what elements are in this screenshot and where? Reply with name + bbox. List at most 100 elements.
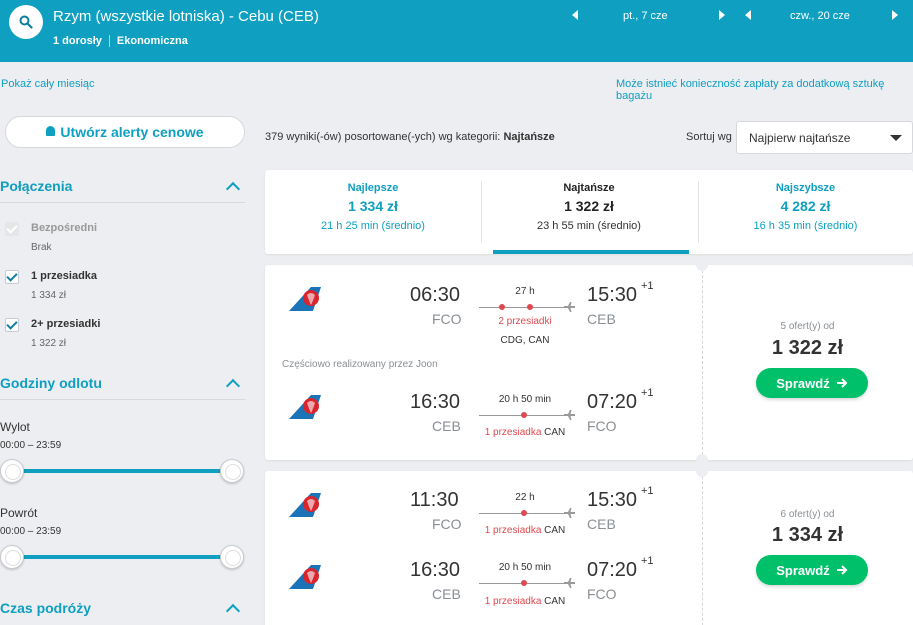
stopover-airports: CDG, CAN [500,335,550,346]
stops-via: CAN [541,427,566,438]
active-tab-indicator [493,250,689,254]
return-label: Powrót [0,506,38,520]
plane-icon [564,578,575,588]
flight-result-card[interactable]: 06:30 FCO 27 h 2 przesiadki CDG, CAN 15:… [265,259,913,466]
return-prev-icon[interactable] [745,10,751,20]
flight-result-card[interactable]: 11:30 FCO 22 h 1 przesiadka CAN 15:30 +1… [265,465,913,625]
direct-checkbox[interactable] [5,222,19,236]
stops-count: 1 przesiadka [484,427,542,438]
day-offset: +1 [641,555,654,567]
return-slider-max-handle[interactable] [220,545,244,569]
travel-time-section-title[interactable]: Czas podróży [0,600,91,616]
stops-info: 1 przesiadka CAN [470,525,580,536]
tab-best[interactable]: Najlepsze 1 334 zł 21 h 25 min (średnio) [265,170,481,254]
search-icon [19,15,33,29]
stops-count: 2 przesiadki [498,316,552,327]
arrival-time: 07:20 [587,391,638,413]
arrow-right-icon [836,565,848,575]
return-date[interactable]: czw., 20 cze [790,10,850,22]
return-slider-track[interactable] [10,555,232,559]
one-stop-label: 1 przesiadka [31,270,98,282]
offers-count: 5 ofert(y) od [780,321,835,332]
day-offset: +1 [641,485,654,497]
arrow-right-icon [836,378,848,388]
ticket-notch [696,465,708,477]
outbound-range: 00:00 – 23:59 [0,440,62,451]
two-plus-stops-label: 2+ przesiadki [31,318,101,330]
results-count-text: 379 wyniki(-ów) posortowane(-ych) wg kat… [265,131,504,143]
plane-icon [564,410,575,420]
tab-price: 4 282 zł [780,198,831,214]
sort-dropdown[interactable]: Najpierw najtańsze [736,121,913,154]
departure-airport: FCO [432,311,462,327]
arrival-airport: FCO [587,586,617,602]
stop-dot [521,580,527,586]
chevron-up-icon[interactable] [225,603,241,619]
outbound-slider-track[interactable] [10,469,232,473]
departure-airport: CEB [432,418,461,434]
caret-down-icon [890,135,902,141]
search-header: Rzym (wszystkie lotniska) - Cebu (CEB) 1… [0,0,913,62]
ticket-notch [696,259,708,271]
return-next-icon[interactable] [892,10,898,20]
stops-via: CAN [541,596,566,607]
section-divider [0,202,245,203]
departure-airport: CEB [432,586,461,602]
leg-duration: 20 h 50 min [498,394,552,405]
trip-summary[interactable]: 1 dorosły Ekonomiczna [53,35,188,47]
chevron-up-icon[interactable] [225,181,241,197]
stops-count: 1 przesiadka [484,596,542,607]
bell-icon [46,126,56,136]
stops-via: CAN [541,525,566,536]
tab-price: 1 334 zł [348,198,398,214]
departure-times-section-title[interactable]: Godziny odlotu [0,375,102,391]
arrival-time: 07:20 [587,559,638,581]
stop-dot [499,304,505,310]
route-line [479,307,569,308]
route-title[interactable]: Rzym (wszystkie lotniska) - Cebu (CEB) [53,8,319,25]
leg-duration: 20 h 50 min [498,562,552,573]
depart-next-icon[interactable] [719,10,725,20]
price-alert-button[interactable]: Utwórz alerty cenowe [5,116,245,148]
stops-info: 1 przesiadka CAN [470,596,580,607]
search-button[interactable] [9,5,43,39]
airline-logo-icon [289,395,321,419]
results-count: 379 wyniki(-ów) posortowane(-ych) wg kat… [265,131,555,143]
arrival-airport: CEB [587,516,616,532]
two-plus-stops-checkbox[interactable] [5,318,19,332]
price-alert-label: Utwórz alerty cenowe [60,124,204,140]
tab-fastest[interactable]: Najszybsze 4 282 zł 16 h 35 min (średnio… [698,170,913,254]
check-offer-button[interactable]: Sprawdź [756,368,868,398]
return-slider-min-handle[interactable] [0,545,24,569]
departure-time: 11:30 [410,489,459,511]
arrival-airport: CEB [587,311,616,327]
airline-logo-icon [289,287,321,311]
outbound-slider-min-handle[interactable] [0,459,24,483]
check-offer-button[interactable]: Sprawdź [756,555,868,585]
depart-prev-icon[interactable] [572,10,578,20]
sort-tabs: Najlepsze 1 334 zł 21 h 25 min (średnio)… [265,170,913,254]
tab-duration: 21 h 25 min (średnio) [321,220,425,232]
cabin-class: Ekonomiczna [116,35,188,47]
connections-section-title[interactable]: Połączenia [0,178,72,194]
leg-duration: 22 h [515,492,535,503]
baggage-notice-link[interactable]: Może istnieć konieczność zapłaty za doda… [616,78,913,102]
tab-price: 1 322 zł [564,198,614,214]
offers-count: 6 ofert(y) od [780,509,835,520]
results-sort-category: Najtańsze [503,131,555,143]
price: 1 322 zł [771,337,844,359]
direct-label: Bezpośredni [31,222,98,234]
tab-title: Najtańsze [563,182,615,194]
stop-dot [527,304,533,310]
section-divider [0,399,245,400]
show-month-link[interactable]: Pokaż cały miesiąc [1,78,95,90]
tab-cheapest[interactable]: Najtańsze 1 322 zł 23 h 55 min (średnio) [481,170,697,254]
depart-date[interactable]: pt., 7 cze [623,10,668,22]
sort-label: Sortuj wg [686,131,732,143]
one-stop-checkbox[interactable] [5,270,19,284]
chevron-up-icon[interactable] [225,378,241,394]
check-offer-label: Sprawdź [776,375,830,391]
return-range: 00:00 – 23:59 [0,526,62,537]
outbound-slider-max-handle[interactable] [220,459,244,483]
plane-icon [564,302,575,312]
